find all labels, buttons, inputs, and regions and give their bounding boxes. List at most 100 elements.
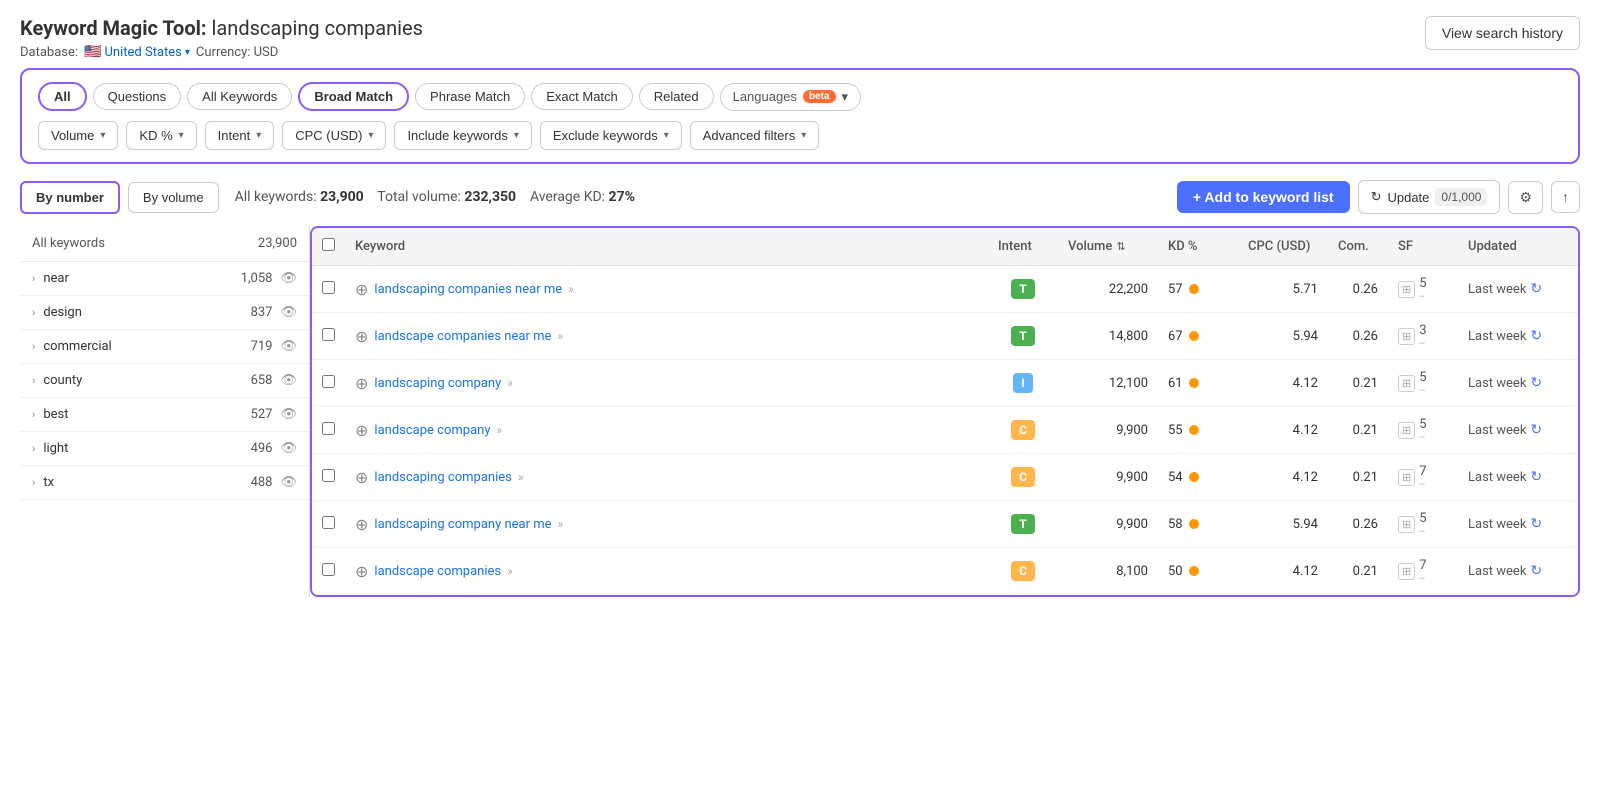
currency-label: Currency: USD — [196, 45, 278, 60]
row-checkbox[interactable] — [322, 469, 335, 482]
kd-column-header[interactable]: KD % — [1158, 228, 1238, 266]
total-volume-value: 232,350 — [464, 189, 516, 205]
refresh-icon[interactable]: ↻ — [1530, 375, 1542, 391]
keyword-link[interactable]: landscaping companies near me — [374, 282, 562, 297]
row-checkbox-cell[interactable] — [312, 454, 345, 501]
row-checkbox[interactable] — [322, 563, 335, 576]
eye-icon[interactable]: 👁 — [280, 271, 297, 286]
list-item[interactable]: › light 496 👁 — [20, 432, 309, 466]
kd-value: 61 — [1168, 376, 1183, 391]
row-checkbox-cell[interactable] — [312, 266, 345, 313]
sidebar-keyword-name: commercial — [43, 339, 250, 354]
row-checkbox[interactable] — [322, 375, 335, 388]
list-item[interactable]: › tx 488 👁 — [20, 466, 309, 500]
plus-circle-icon[interactable]: ⊕ — [355, 374, 368, 393]
list-item[interactable]: › commercial 719 👁 — [20, 330, 309, 364]
tab-questions[interactable]: Questions — [93, 83, 182, 110]
keyword-link[interactable]: landscape companies near me — [374, 329, 551, 344]
cpc-column-header[interactable]: CPC (USD) — [1238, 228, 1328, 266]
country-selector[interactable]: 🇺🇸 United States ▾ — [84, 44, 190, 60]
keyword-column-header[interactable]: Keyword — [345, 228, 988, 266]
sidebar-scroll[interactable]: › near 1,058 👁 › design 837 👁 › commerci… — [20, 262, 309, 500]
updated-column-header[interactable]: Updated — [1458, 228, 1578, 266]
intent-column-header[interactable]: Intent — [988, 228, 1058, 266]
keyword-link[interactable]: landscape company — [374, 423, 490, 438]
kd-cell: 50 — [1158, 548, 1238, 595]
list-item[interactable]: › best 527 👁 — [20, 398, 309, 432]
tab-exact-match[interactable]: Exact Match — [531, 83, 633, 110]
sf-dashes: -- — [1419, 338, 1426, 349]
export-button[interactable]: ↑ — [1551, 181, 1580, 213]
view-history-button[interactable]: View search history — [1425, 16, 1580, 50]
tab-all[interactable]: All — [38, 82, 87, 111]
settings-button[interactable]: ⚙ — [1508, 181, 1543, 214]
all-keywords-value: 23,900 — [320, 189, 364, 205]
keyword-link[interactable]: landscaping company — [374, 376, 501, 391]
eye-icon[interactable]: 👁 — [280, 339, 297, 354]
intent-cell: C — [988, 407, 1058, 454]
tab-related[interactable]: Related — [639, 83, 714, 110]
eye-icon[interactable]: 👁 — [280, 305, 297, 320]
sf-value: 5 — [1419, 417, 1426, 432]
cpc-filter[interactable]: CPC (USD) ▾ — [282, 121, 386, 150]
plus-circle-icon[interactable]: ⊕ — [355, 327, 368, 346]
keyword-link[interactable]: landscape companies — [374, 564, 501, 579]
update-button[interactable]: ↻ Update 0/1,000 — [1358, 180, 1501, 214]
kd-filter[interactable]: KD % ▾ — [126, 121, 196, 150]
refresh-icon[interactable]: ↻ — [1530, 469, 1542, 485]
select-all-checkbox[interactable] — [322, 238, 335, 251]
sf-dashes: -- — [1419, 291, 1426, 302]
row-checkbox-cell[interactable] — [312, 548, 345, 595]
plus-circle-icon[interactable]: ⊕ — [355, 280, 368, 299]
refresh-icon[interactable]: ↻ — [1530, 328, 1542, 344]
row-checkbox-cell[interactable] — [312, 313, 345, 360]
volume-filter[interactable]: Volume ▾ — [38, 121, 118, 150]
kd-indicator — [1189, 284, 1199, 294]
cpc-cell: 4.12 — [1238, 407, 1328, 454]
tab-all-keywords[interactable]: All Keywords — [187, 83, 292, 110]
by-volume-button[interactable]: By volume — [128, 182, 219, 213]
refresh-icon[interactable]: ↻ — [1530, 516, 1542, 532]
eye-icon[interactable]: 👁 — [280, 475, 297, 490]
row-checkbox[interactable] — [322, 281, 335, 294]
row-checkbox[interactable] — [322, 516, 335, 529]
refresh-icon[interactable]: ↻ — [1530, 563, 1542, 579]
row-checkbox-cell[interactable] — [312, 360, 345, 407]
include-keywords-filter[interactable]: Include keywords ▾ — [394, 121, 531, 150]
plus-circle-icon[interactable]: ⊕ — [355, 515, 368, 534]
tab-broad-match[interactable]: Broad Match — [298, 82, 409, 111]
exclude-keywords-filter[interactable]: Exclude keywords ▾ — [540, 121, 682, 150]
by-number-button[interactable]: By number — [20, 181, 120, 214]
com-column-header[interactable]: Com. — [1328, 228, 1388, 266]
plus-circle-icon[interactable]: ⊕ — [355, 468, 368, 487]
sf-cell: ⊞ 3 -- — [1388, 313, 1458, 360]
languages-button[interactable]: Languages beta ▾ — [720, 83, 861, 111]
eye-icon[interactable]: 👁 — [280, 407, 297, 422]
row-checkbox-cell[interactable] — [312, 501, 345, 548]
plus-circle-icon[interactable]: ⊕ — [355, 421, 368, 440]
eye-icon[interactable]: 👁 — [280, 441, 297, 456]
plus-circle-icon[interactable]: ⊕ — [355, 562, 368, 581]
volume-cell: 9,900 — [1058, 454, 1158, 501]
total-volume-label: Total volume: — [377, 189, 461, 205]
avg-kd-value: 27% — [609, 189, 635, 205]
intent-filter[interactable]: Intent ▾ — [205, 121, 275, 150]
keyword-link[interactable]: landscaping company near me — [374, 517, 551, 532]
list-item[interactable]: › near 1,058 👁 — [20, 262, 309, 296]
refresh-icon[interactable]: ↻ — [1530, 281, 1542, 297]
row-checkbox[interactable] — [322, 328, 335, 341]
tab-phrase-match[interactable]: Phrase Match — [415, 83, 525, 110]
keyword-link[interactable]: landscaping companies — [374, 470, 511, 485]
volume-filter-label: Volume — [51, 128, 94, 143]
list-item[interactable]: › county 658 👁 — [20, 364, 309, 398]
refresh-icon[interactable]: ↻ — [1530, 422, 1542, 438]
volume-column-header[interactable]: Volume ⇅ — [1058, 228, 1158, 266]
row-checkbox-cell[interactable] — [312, 407, 345, 454]
list-item[interactable]: › design 837 👁 — [20, 296, 309, 330]
row-checkbox[interactable] — [322, 422, 335, 435]
sf-column-header[interactable]: SF — [1388, 228, 1458, 266]
eye-icon[interactable]: 👁 — [280, 373, 297, 388]
advanced-filters-filter[interactable]: Advanced filters ▾ — [690, 121, 820, 150]
add-to-keyword-list-button[interactable]: + Add to keyword list — [1177, 181, 1350, 213]
select-all-header[interactable] — [312, 228, 345, 266]
